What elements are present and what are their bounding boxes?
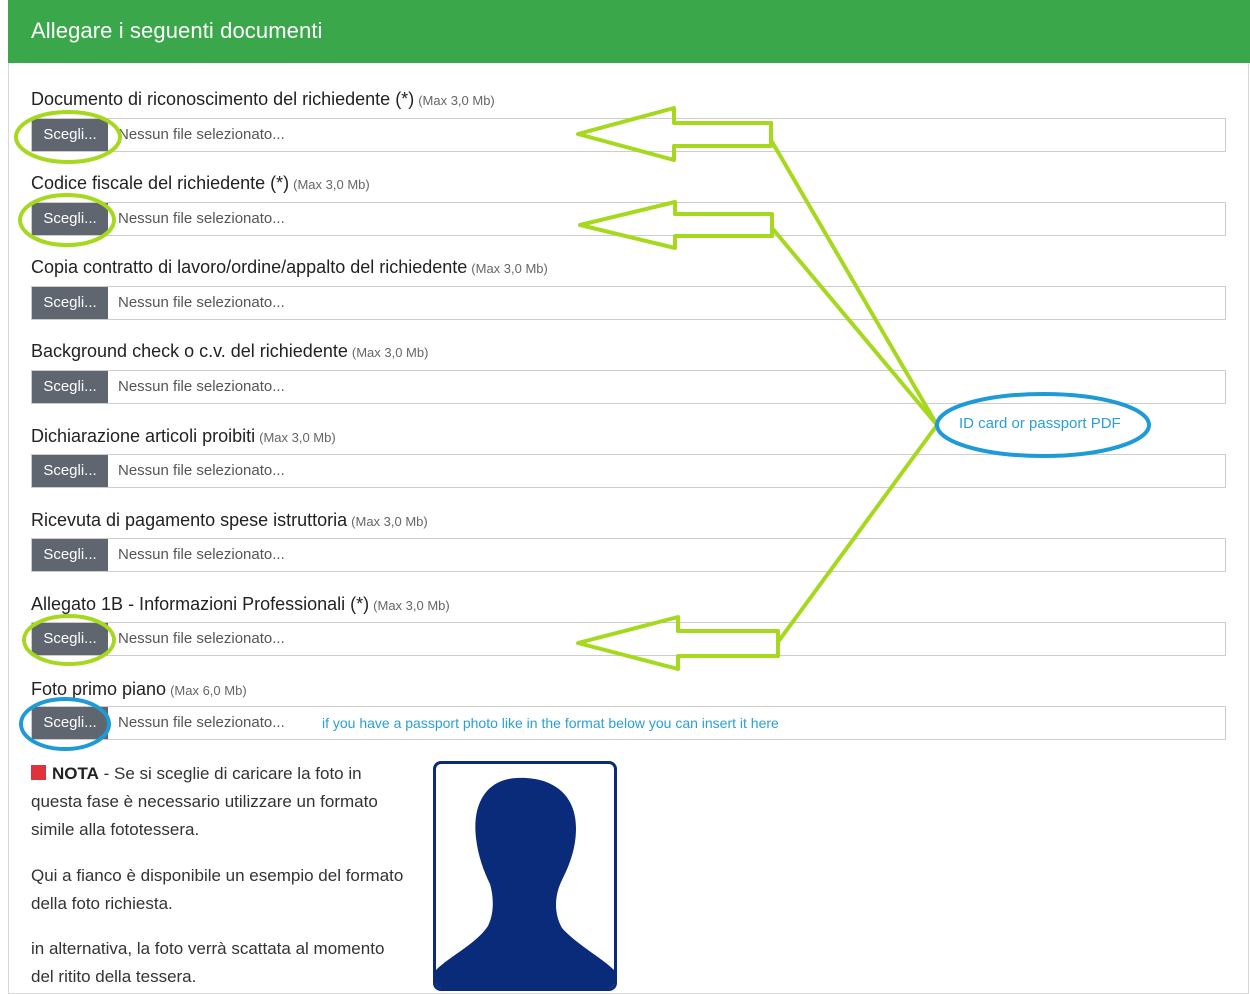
note-paragraph-3: in alternativa, la foto verrà scattata a…: [31, 939, 385, 986]
file-input-id-document[interactable]: Scegli... Nessun file selezionato...: [31, 118, 1226, 152]
file-placeholder: Nessun file selezionato...: [118, 462, 285, 479]
choose-file-button[interactable]: Scegli...: [32, 371, 108, 403]
file-input-attachment-1b[interactable]: Scegli... Nessun file selezionato...: [31, 622, 1226, 656]
photo-hint-annotation: if you have a passport photo like in the…: [322, 715, 779, 731]
file-placeholder: Nessun file selezionato...: [118, 546, 285, 563]
photo-example: [433, 761, 617, 991]
note-paragraph-2: Qui a fianco è disponibile un esempio de…: [31, 866, 404, 913]
choose-file-button[interactable]: Scegli...: [32, 623, 108, 655]
file-placeholder: Nessun file selezionato...: [118, 294, 285, 311]
file-input-photo[interactable]: Scegli... Nessun file selezionato... if …: [31, 706, 1226, 740]
field-label-photo: Foto primo piano (Max 6,0 Mb): [31, 679, 247, 699]
field-label-payment-receipt: Ricevuta di pagamento spese istruttoria(…: [31, 510, 428, 530]
field-label-prohibited-items: Dichiarazione articoli proibiti (Max 3,0 …: [31, 426, 336, 446]
red-square-icon: [31, 765, 46, 780]
field-label-work-contract: Copia contratto di lavoro/ordine/appalto…: [31, 257, 548, 277]
file-placeholder: Nessun file selezionato...: [118, 714, 285, 731]
annotation-label: ID card or passport PDF: [959, 415, 1121, 432]
choose-file-button[interactable]: Scegli...: [32, 455, 108, 487]
file-placeholder: Nessun file selezionato...: [118, 630, 285, 647]
field-label-id-document: Documento di riconoscimento del richiede…: [31, 89, 495, 109]
panel-title: Allegare i seguenti documenti: [31, 18, 323, 43]
file-input-background-check[interactable]: Scegli... Nessun file selezionato...: [31, 370, 1226, 404]
choose-file-button[interactable]: Scegli...: [32, 119, 108, 151]
file-input-work-contract[interactable]: Scegli... Nessun file selezionato...: [31, 286, 1226, 320]
file-placeholder: Nessun file selezionato...: [118, 378, 285, 395]
file-placeholder: Nessun file selezionato...: [118, 126, 285, 143]
field-label-background-check: Background check o c.v. del richiedente(…: [31, 341, 429, 361]
field-label-fiscal-code: Codice fiscale del richiedente (*) (Max 3…: [31, 173, 370, 193]
note-paragraph-1: NOTA - Se si sceglie di caricare la foto…: [31, 764, 378, 839]
file-placeholder: Nessun file selezionato...: [118, 210, 285, 227]
choose-file-button[interactable]: Scegli...: [32, 539, 108, 571]
panel-header: Allegare i seguenti documenti: [8, 0, 1250, 63]
file-input-payment-receipt[interactable]: Scegli... Nessun file selezionato...: [31, 538, 1226, 572]
file-input-prohibited-items[interactable]: Scegli... Nessun file selezionato...: [31, 454, 1226, 488]
choose-file-button[interactable]: Scegli...: [32, 203, 108, 235]
file-input-fiscal-code[interactable]: Scegli... Nessun file selezionato...: [31, 202, 1226, 236]
field-label-attachment-1b: Allegato 1B - Informazioni Professionali…: [31, 594, 450, 614]
choose-file-button[interactable]: Scegli...: [32, 707, 108, 739]
person-silhouette-icon: [436, 777, 614, 988]
choose-file-button[interactable]: Scegli...: [32, 287, 108, 319]
